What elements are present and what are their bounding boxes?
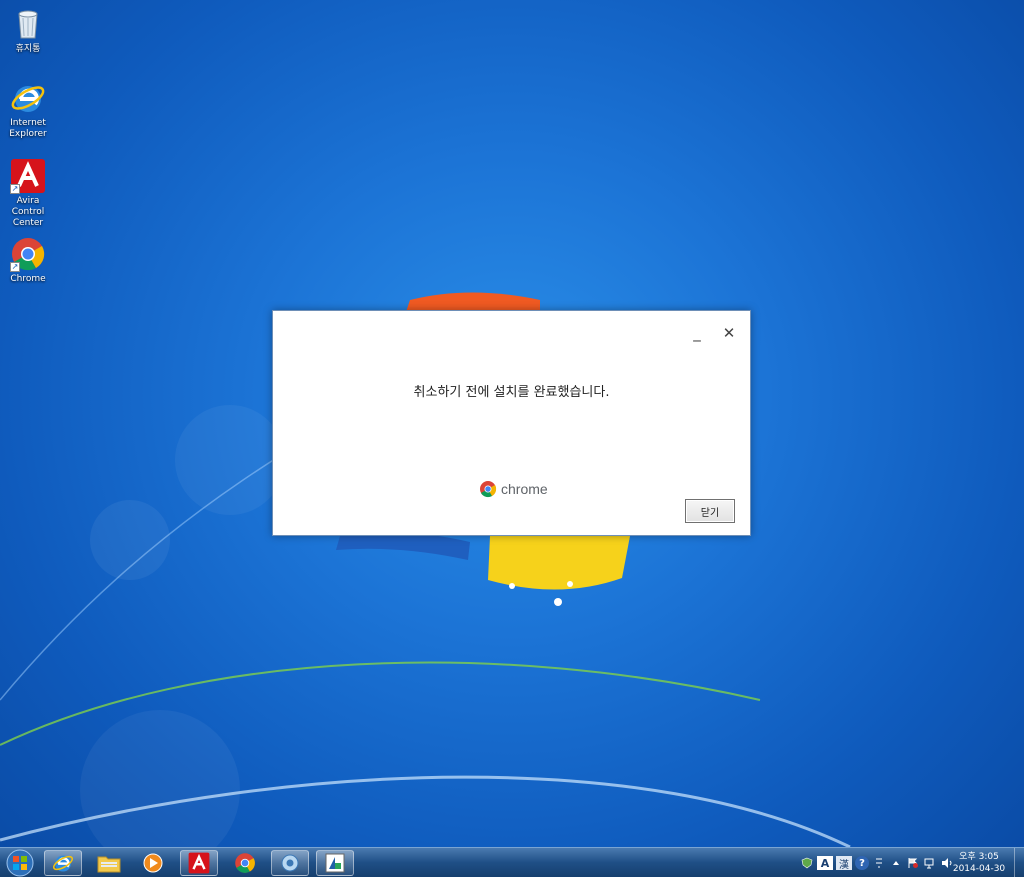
ime-options-icon[interactable]	[872, 856, 886, 870]
close-button[interactable]: 닫기	[685, 499, 735, 523]
desktop-icon-label: Avira Control Center	[11, 196, 45, 228]
taskbar: A 漢 ? 오후 3:05 2014-04-30	[0, 847, 1024, 877]
shortcut-arrow-icon: ↗	[10, 184, 20, 194]
clock-time: 오후 3:05	[959, 852, 999, 862]
shield-icon[interactable]	[800, 856, 814, 870]
ime-hanja-indicator[interactable]: 漢	[836, 856, 852, 871]
taskbar-item-internet-explorer[interactable]	[44, 850, 82, 876]
taskbar-item-installer[interactable]	[316, 850, 354, 876]
start-button[interactable]	[2, 848, 38, 877]
clock-date: 2014-04-30	[952, 864, 1006, 874]
chrome-icon	[480, 481, 497, 498]
desktop-icon-internet-explorer[interactable]: Internet Explorer	[0, 80, 56, 140]
system-tray: A 漢 ?	[800, 848, 954, 877]
avira-icon: ↗	[10, 158, 46, 194]
desktop-icon-chrome[interactable]: ↗ Chrome	[0, 236, 56, 285]
desktop-icon-label: 휴지통	[15, 44, 41, 54]
desktop-icon-label: Internet Explorer	[9, 118, 47, 139]
taskbar-item-media-player[interactable]	[134, 850, 172, 876]
desktop-icon-label: Chrome	[10, 274, 46, 284]
folder-icon	[97, 856, 121, 873]
taskbar-item-avira[interactable]	[180, 850, 218, 876]
chrome-wordmark: chrome	[501, 481, 548, 497]
recycle-bin-icon	[10, 6, 46, 42]
avira-icon	[188, 852, 210, 874]
network-icon[interactable]	[923, 856, 937, 870]
taskbar-item-control-panel[interactable]	[271, 850, 309, 876]
installer-icon	[325, 853, 345, 873]
chrome-installer-dialog: _ ✕ 취소하기 전에 설치를 완료했습니다. chrome 닫기	[272, 310, 751, 536]
chrome-icon: ↗	[10, 236, 46, 272]
help-icon[interactable]: ?	[855, 856, 869, 870]
ime-mode-indicator[interactable]: A	[817, 856, 833, 870]
desktop-icon-avira[interactable]: ↗ Avira Control Center	[0, 158, 56, 229]
minimize-button[interactable]: _	[687, 323, 707, 343]
taskbar-clock[interactable]: 오후 3:05 2014-04-30	[948, 851, 1010, 875]
close-icon[interactable]: ✕	[719, 323, 739, 343]
action-center-flag-icon[interactable]	[906, 856, 920, 870]
desktop-icon-recycle-bin[interactable]: 휴지통	[0, 6, 56, 55]
chevron-up-icon[interactable]	[889, 856, 903, 870]
internet-explorer-icon	[10, 80, 46, 116]
windows-logo-icon	[6, 849, 34, 877]
taskbar-item-file-explorer[interactable]	[90, 850, 128, 876]
show-desktop-button[interactable]	[1014, 848, 1024, 877]
settings-icon	[281, 854, 299, 872]
taskbar-item-chrome[interactable]	[226, 850, 264, 876]
dialog-message: 취소하기 전에 설치를 완료했습니다.	[413, 385, 610, 400]
shortcut-arrow-icon: ↗	[10, 262, 20, 272]
chrome-icon	[235, 853, 255, 873]
internet-explorer-icon	[52, 855, 74, 872]
media-player-icon	[143, 853, 163, 873]
chrome-logo: chrome	[479, 479, 548, 499]
